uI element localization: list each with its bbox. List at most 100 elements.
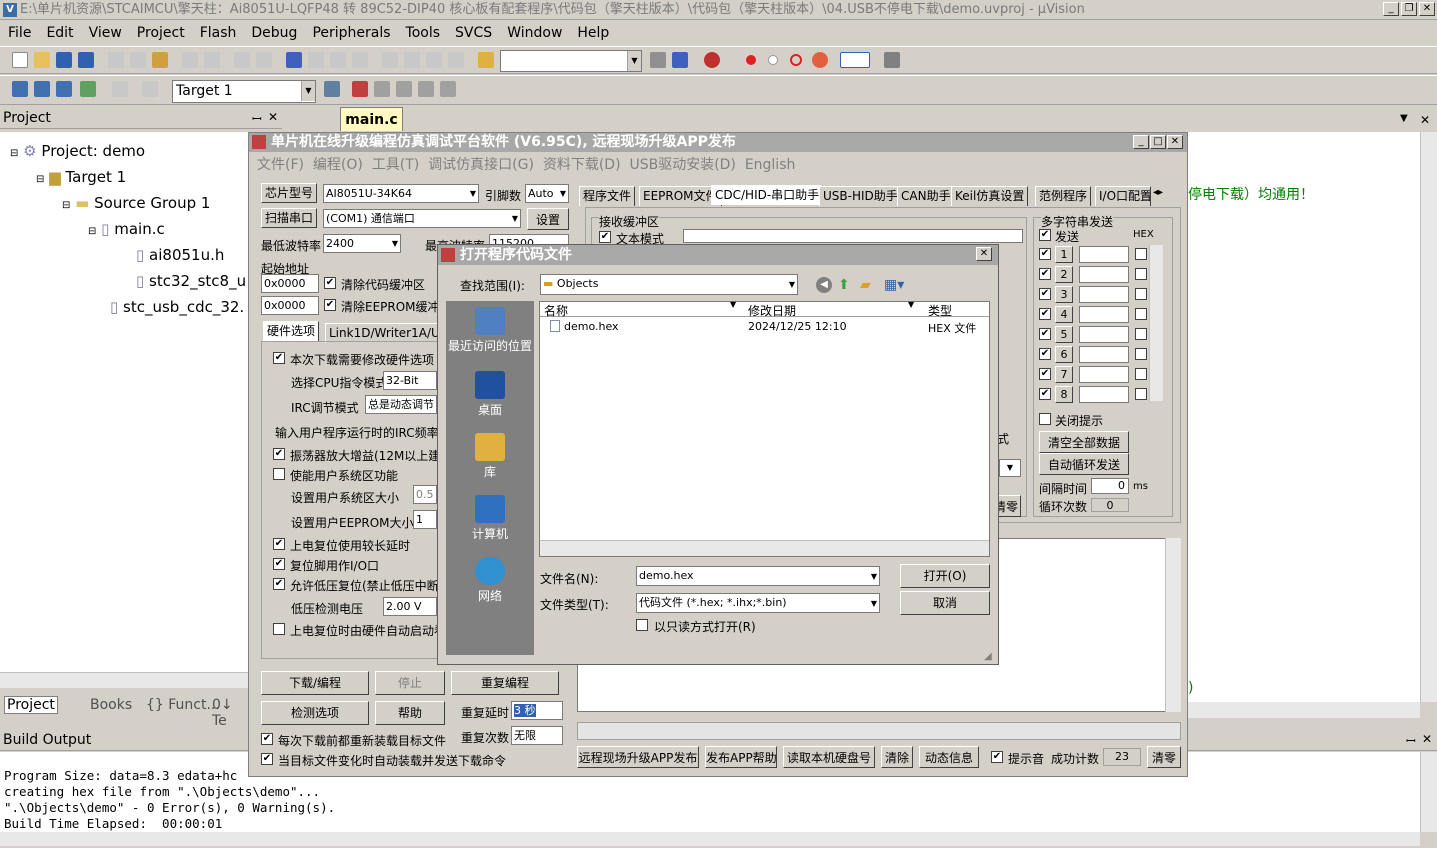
status-log-scrollbar[interactable] (1165, 538, 1181, 712)
new-file-icon[interactable] (12, 52, 28, 68)
modify-hw-checkbox[interactable]: ✔ (273, 352, 285, 364)
pins-select[interactable]: Auto ▼ (525, 184, 569, 203)
help-button[interactable]: 帮助 (375, 701, 445, 725)
menu-debug[interactable]: Debug (243, 21, 304, 45)
min-baud-select[interactable]: 2400 ▼ (323, 234, 401, 253)
osc-gain-checkbox[interactable]: ✔ (273, 448, 285, 460)
menu-file[interactable]: File (0, 21, 38, 45)
menu-flash[interactable]: Flash (192, 21, 244, 45)
find-icon[interactable] (672, 52, 688, 68)
stc-close-button[interactable]: ✕ (1167, 135, 1183, 149)
send-row-button[interactable]: 7 (1055, 366, 1073, 383)
send-row-button[interactable]: 3 (1055, 286, 1073, 303)
send-row-checkbox[interactable]: ✔ (1039, 288, 1051, 300)
stc-menu-debug[interactable]: 调试仿真接口(G) (428, 157, 534, 173)
resize-grip-icon[interactable]: ◢ (984, 651, 992, 662)
stc-menu-download[interactable]: 资料下载(D) (543, 157, 621, 173)
send-row-button[interactable]: 6 (1055, 346, 1073, 363)
up-folder-icon[interactable]: ⬆ (838, 277, 850, 293)
tab-dropdown-icon[interactable]: ▼ (1400, 113, 1408, 124)
send-row-input[interactable] (1079, 306, 1129, 323)
stc-menu-usb-driver[interactable]: USB驱动安装(D) (629, 157, 735, 173)
manage-components-icon[interactable] (352, 81, 368, 97)
send-row-input[interactable] (1079, 266, 1129, 283)
open-button[interactable]: 打开(O) (900, 564, 990, 588)
build-output-vscrollbar[interactable] (1420, 752, 1437, 832)
stop-button[interactable]: 停止 (375, 671, 445, 695)
column-date[interactable]: 修改日期 (748, 302, 796, 319)
tab-io-config[interactable]: I/O口配置 (1095, 186, 1151, 206)
nav-forward-icon[interactable] (256, 52, 272, 68)
find-combo[interactable]: ▼ (500, 50, 642, 72)
close-button[interactable]: ✕ (1419, 2, 1435, 16)
send-row-button[interactable]: 2 (1055, 266, 1073, 283)
place-libraries[interactable]: 库 (446, 433, 534, 480)
low-voltage-select[interactable]: 2.00 V (383, 597, 437, 616)
place-desktop[interactable]: 桌面 (446, 371, 534, 418)
menu-peripherals[interactable]: Peripherals (304, 21, 397, 45)
stop-build-icon[interactable] (112, 81, 128, 97)
nav-back-icon[interactable] (234, 52, 250, 68)
breakpoint-icon[interactable] (746, 55, 756, 65)
send-row-button[interactable]: 4 (1055, 306, 1073, 323)
select-packs-icon[interactable] (418, 81, 434, 97)
menu-svcs[interactable]: SVCS (447, 21, 499, 45)
target-select[interactable]: Target 1 ▼ (172, 80, 316, 103)
send-row-input[interactable] (1079, 286, 1129, 303)
menu-help[interactable]: Help (569, 21, 616, 45)
watchdog-checkbox[interactable] (273, 623, 285, 635)
send-row-checkbox[interactable]: ✔ (1039, 368, 1051, 380)
send-row-input[interactable] (1079, 246, 1129, 263)
auto-loop-send-button[interactable]: 自动循环发送 (1039, 453, 1129, 475)
copy-icon[interactable] (130, 52, 146, 68)
tab-books[interactable]: Books (90, 697, 132, 713)
new-folder-icon[interactable]: ▰ (860, 277, 871, 293)
cancel-button[interactable]: 取消 (900, 591, 990, 615)
code-address-input[interactable]: 0x0000 (261, 274, 319, 293)
clear-all-button[interactable]: 清空全部数据 (1039, 431, 1129, 453)
send-row-button[interactable]: 8 (1055, 386, 1073, 403)
tree-item-stc-usb-cdc[interactable]: ▯ stc_usb_cdc_32. (110, 298, 244, 316)
place-computer[interactable]: 计算机 (446, 495, 534, 542)
target-options-icon[interactable] (324, 81, 340, 97)
tab-examples[interactable]: 范例程序 (1035, 186, 1092, 206)
menu-tools[interactable]: Tools (398, 21, 448, 45)
publish-help-button[interactable]: 发布APP帮助 (705, 746, 777, 768)
close-tip-checkbox[interactable] (1039, 413, 1051, 425)
back-icon[interactable]: ◀ (816, 277, 832, 293)
prev-bookmark-icon[interactable] (308, 52, 324, 68)
clear-code-checkbox[interactable]: ✔ (324, 277, 336, 289)
remote-upgrade-button[interactable]: 远程现场升级APP发布 (577, 746, 699, 768)
clear-button[interactable]: 清除 (881, 746, 913, 768)
tree-item-target[interactable]: ⊟ ▆ Target 1 (36, 168, 126, 186)
send-row-input[interactable] (1079, 326, 1129, 343)
pin-icon[interactable]: ꟷ (252, 110, 262, 127)
text-mode-checkbox[interactable]: ✔ (599, 231, 611, 243)
lookin-select[interactable]: ▬ Objects ▼ (540, 274, 798, 295)
save-all-icon[interactable] (78, 52, 94, 68)
chip-model-button[interactable]: 芯片型号 (261, 183, 317, 203)
editor-vscrollbar[interactable] (1420, 132, 1437, 702)
place-recent[interactable]: 最近访问的位置 (446, 307, 534, 354)
rebuild-icon[interactable] (56, 81, 72, 97)
send-row-checkbox[interactable]: ✔ (1039, 248, 1051, 260)
tab-functions[interactable]: {} Funct... (146, 697, 220, 713)
dynamic-info-button[interactable]: 动态信息 (919, 746, 979, 768)
send-row-hex-checkbox[interactable] (1135, 248, 1147, 260)
menu-window[interactable]: Window (499, 21, 569, 45)
chip-model-select[interactable]: AI8051U-34K64 ▼ (323, 184, 479, 203)
close-editor-icon[interactable]: ✕ (1420, 113, 1430, 127)
paste-icon[interactable] (152, 52, 168, 68)
stc-menu-program[interactable]: 编程(O) (313, 157, 363, 173)
cut-icon[interactable] (108, 52, 124, 68)
indent-icon[interactable] (382, 52, 398, 68)
tab-eeprom-file[interactable]: EEPROM文件 (639, 186, 722, 206)
eeprom-size-input[interactable]: 1 (413, 510, 437, 529)
download-program-button[interactable]: 下载/编程 (261, 671, 369, 695)
download-icon[interactable] (80, 81, 96, 97)
send-rows-scrollbar[interactable] (1149, 245, 1163, 401)
reset-count-button[interactable]: 清零 (1147, 746, 1181, 768)
check-options-button[interactable]: 检测选项 (261, 701, 369, 725)
close-build-output-icon[interactable]: ✕ (1422, 732, 1432, 746)
tab-can[interactable]: CAN助手 (897, 186, 955, 206)
